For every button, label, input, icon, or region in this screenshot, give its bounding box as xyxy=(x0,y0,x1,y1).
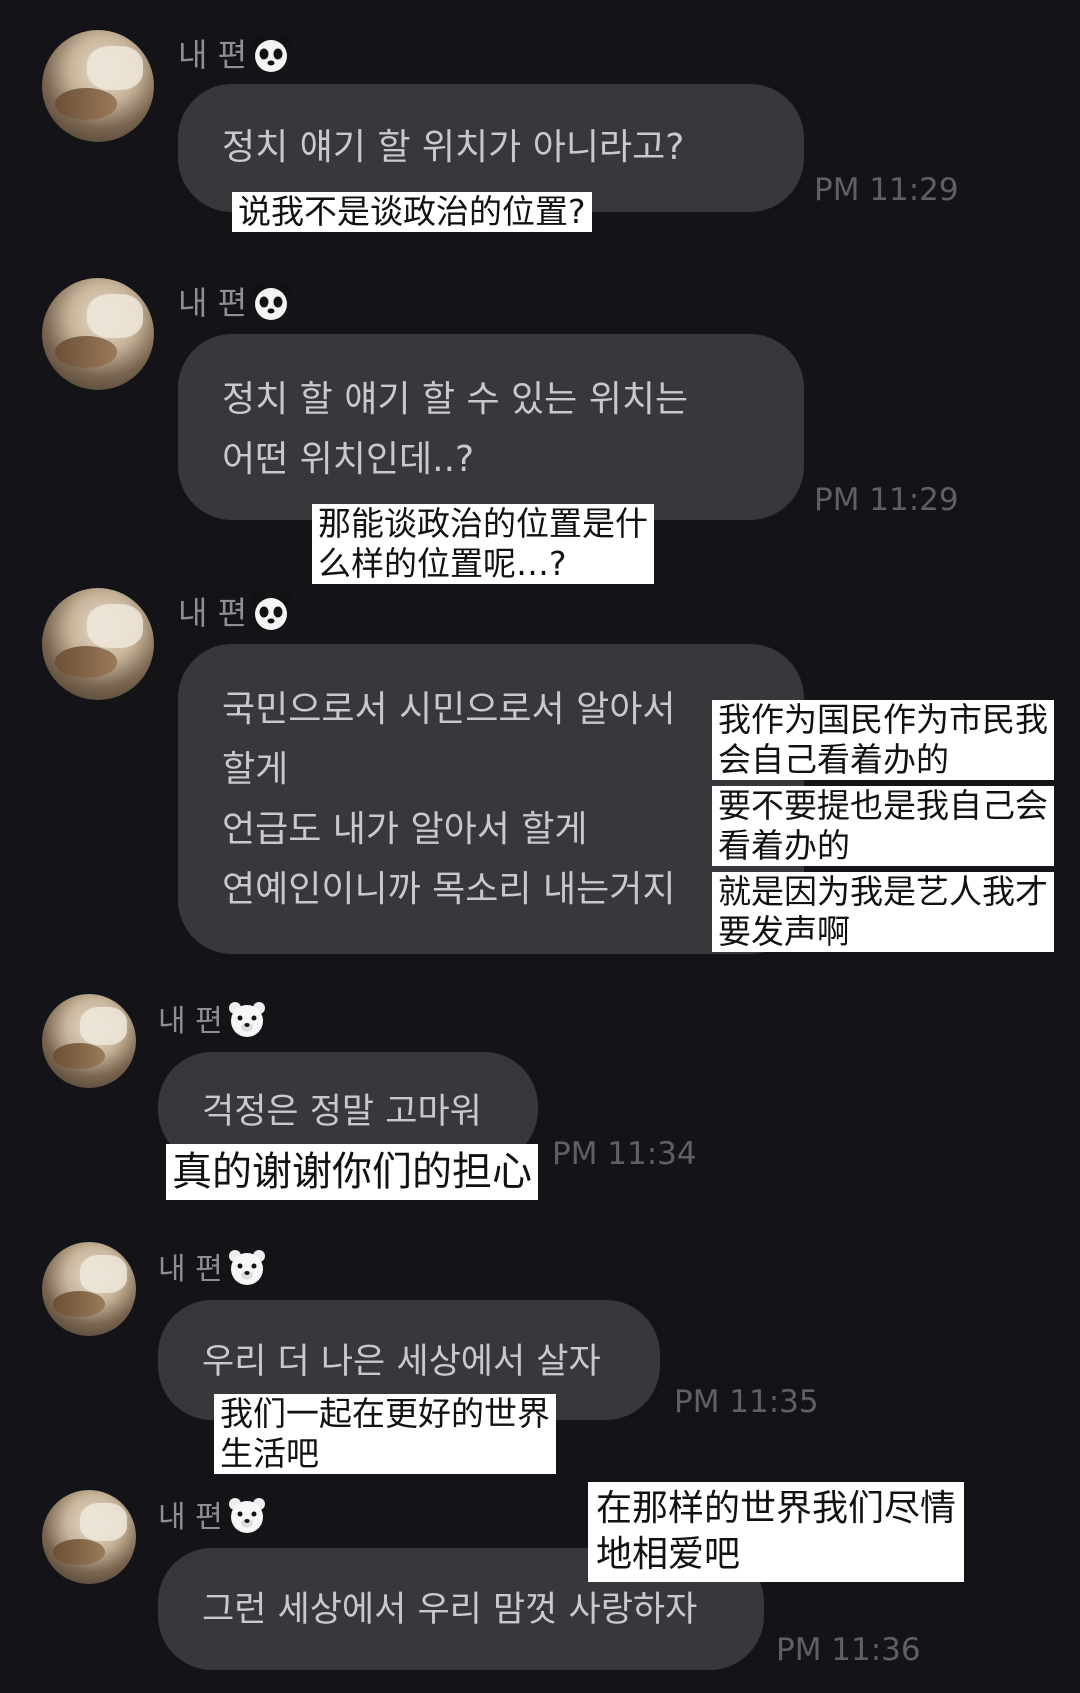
avatar[interactable] xyxy=(42,1490,136,1584)
avatar[interactable] xyxy=(42,278,154,390)
translation-caption: 真的谢谢你们的担心 xyxy=(166,1144,538,1200)
avatar[interactable] xyxy=(42,30,154,142)
polar-bear-face-icon xyxy=(225,1246,269,1286)
sender-name-row: 내 편 xyxy=(158,1492,269,1536)
translation-caption: 就是因为我是艺人我才 要发声啊 xyxy=(712,872,1054,952)
timestamp: PM 11:35 xyxy=(674,1384,819,1420)
message-text: 국민으로서 시민으로서 알아서 할게 언급도 내가 알아서 할게 연예인이니까 … xyxy=(222,689,676,910)
sender-name: 내 편 xyxy=(158,1004,223,1039)
translation-caption: 我们一起在更好的世界 生活吧 xyxy=(214,1394,556,1474)
avatar[interactable] xyxy=(42,994,136,1088)
message-text: 정치 할 얘기 할 수 있는 위치는 어떤 위치인데..? xyxy=(222,379,689,480)
sender-name: 내 편 xyxy=(178,36,248,74)
avatar[interactable] xyxy=(42,588,154,700)
message-text: 정치 얘기 할 위치가 아니라고? xyxy=(222,127,685,168)
translation-caption: 在那样的世界我们尽情 地相爱吧 xyxy=(588,1482,965,1582)
panda-face-icon xyxy=(249,33,293,73)
sender-name-row: 내 편 xyxy=(158,996,269,1040)
sender-name: 내 편 xyxy=(158,1252,223,1287)
polar-bear-face-icon xyxy=(225,1494,269,1534)
message-text: 그런 세상에서 우리 맘껏 사랑하자 xyxy=(202,1590,698,1630)
sender-name: 내 편 xyxy=(178,284,248,322)
panda-face-icon xyxy=(249,591,293,631)
translation-caption: 那能谈政治的位置是什 么样的位置呢…? xyxy=(312,504,654,584)
timestamp: PM 11:34 xyxy=(552,1136,697,1172)
sender-name: 내 편 xyxy=(158,1500,223,1535)
panda-face-icon xyxy=(249,281,293,321)
translation-caption: 说我不是谈政治的位置? xyxy=(232,192,592,232)
timestamp: PM 11:36 xyxy=(776,1632,921,1668)
translation-caption: 要不要提也是我自己会 看着办的 xyxy=(712,786,1054,866)
message-text: 우리 더 나은 세상에서 살자 xyxy=(202,1342,601,1382)
sender-name-row: 내 편 xyxy=(178,278,293,324)
sender-name-row: 내 편 xyxy=(178,588,293,634)
translation-caption: 我作为国民作为市民我 会自己看着办的 xyxy=(712,700,1054,780)
sender-name: 내 편 xyxy=(178,594,248,632)
sender-name-row: 내 편 xyxy=(158,1244,269,1288)
timestamp: PM 11:29 xyxy=(814,482,959,518)
timestamp: PM 11:29 xyxy=(814,172,959,208)
avatar[interactable] xyxy=(42,1242,136,1336)
message-text: 걱정은 정말 고마워 xyxy=(202,1092,482,1132)
polar-bear-face-icon xyxy=(225,998,269,1038)
sender-name-row: 내 편 xyxy=(178,30,293,76)
